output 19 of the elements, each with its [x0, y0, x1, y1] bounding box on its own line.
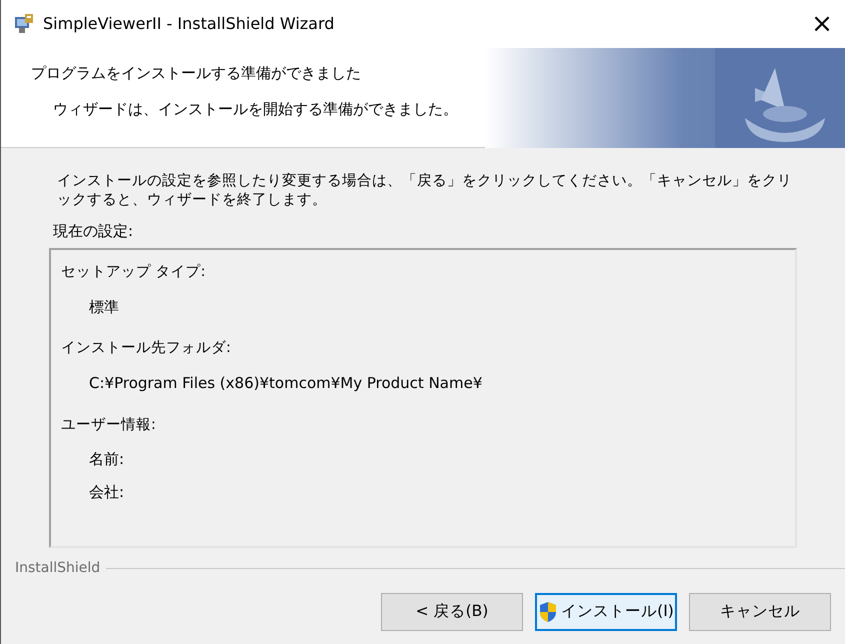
installer-computer-icon — [13, 12, 35, 35]
header-title: プログラムをインストールする準備ができました — [31, 62, 362, 84]
setting-heading: セットアップ タイプ: — [61, 262, 206, 282]
wizard-button[interactable]: インストール(I) — [535, 593, 677, 632]
setting-value: C:¥Program Files (x86)¥tomcom¥My Product Name¥ — [88, 373, 484, 394]
header-subtitle: ウィザードは、インストールを開始する準備ができました。 — [52, 99, 459, 120]
setting-value: 標準 — [88, 296, 120, 318]
close-button[interactable]: × — [799, 10, 845, 37]
wizard-button[interactable]: キャンセル — [689, 593, 831, 632]
settings-label: 現在の設定: — [52, 220, 134, 242]
window-title: SimpleViewerII - InstallShield Wizard — [43, 12, 336, 35]
brand-label: InstallShield — [15, 559, 100, 578]
description-text: インストールの設定を参照したり変更する場合は、「戻る」をクリックしてください。「キャンセル」をクリックすると、ウィザードを終了します。 — [56, 172, 793, 210]
setting-heading: ユーザー情報: — [61, 416, 157, 435]
shield-icon — [538, 601, 558, 624]
user-info-field: 会社: — [61, 480, 785, 504]
setting-heading: インストール先フォルダ: — [61, 339, 232, 358]
user-info-field: 名前: — [61, 448, 785, 471]
wizard-button[interactable]: < 戻る(B) — [381, 593, 523, 632]
